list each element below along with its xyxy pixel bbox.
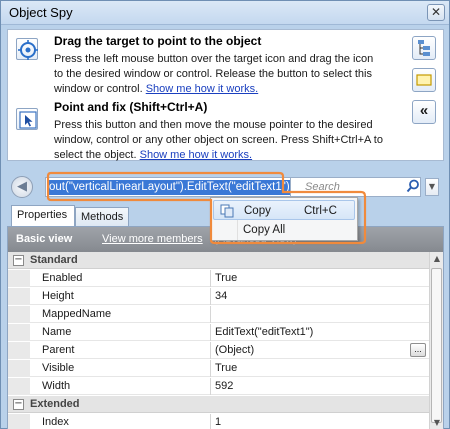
instructions-panel: Drag the target to point to the object P… [7,29,444,161]
property-name: Width [42,380,71,392]
row-gutter [8,414,30,429]
property-row-enabled[interactable]: Enabled True [8,270,430,287]
category-extended[interactable]: − Extended [8,396,430,413]
column-divider [210,324,211,341]
address-bar: ◀ out("verticalLinearLayout").EditText("… [7,175,444,199]
property-name: Visible [42,362,75,374]
property-name: Name [42,326,72,338]
menu-item-copy-all[interactable]: Copy All [213,220,355,240]
property-name: Height [42,290,74,302]
category-label: Standard [30,254,78,266]
row-gutter [8,270,30,287]
search-dropdown-button[interactable]: ▼ [425,178,439,196]
property-row-height[interactable]: Height 34 [8,288,430,305]
context-menu: Copy Ctrl+C Copy All [210,197,358,241]
property-row-visible[interactable]: Visible True [8,360,430,377]
scroll-down-icon[interactable]: ▼ [431,416,443,429]
scroll-thumb[interactable] [431,268,442,423]
row-gutter [8,342,30,359]
row-gutter [8,378,30,395]
category-label: Extended [30,398,80,410]
property-row-index[interactable]: Index 1 [8,414,430,429]
target-icon[interactable] [16,38,38,60]
property-name: Parent [42,344,75,356]
point-section-text: Press this button and then move the mous… [54,118,384,163]
object-spy-window: Object Spy ✕ Drag the target to point to… [0,0,450,429]
collapse-icon[interactable]: « [412,100,436,124]
browse-button[interactable]: ... [410,343,426,357]
pointer-icon[interactable] [16,108,38,130]
expander-icon[interactable]: − [13,255,24,266]
column-divider [210,306,211,323]
property-row-parent[interactable]: Parent (Object) ... [8,342,430,359]
copy-icon [220,204,234,218]
row-gutter [8,360,30,377]
property-grid: Basic view View more members (Advanced V… [7,226,444,429]
tab-methods[interactable]: Methods [75,207,129,227]
menu-item-copy[interactable]: Copy Ctrl+C [213,200,355,220]
column-divider [210,360,211,377]
window-title: Object Spy [9,5,73,20]
highlight-icon[interactable] [412,68,436,92]
tree-view-icon[interactable] [412,36,436,60]
scroll-up-icon[interactable]: ▲ [431,252,443,266]
column-divider [210,288,211,305]
point-show-me-link[interactable]: Show me how it works. [140,149,252,161]
column-divider [210,342,211,359]
property-value[interactable]: 1 [215,416,221,428]
property-value[interactable]: EditText("editText1") [215,326,313,338]
row-gutter [8,306,30,323]
close-button[interactable]: ✕ [427,4,445,21]
menu-item-label: Copy [244,205,271,217]
drag-section-title: Drag the target to point to the object [54,34,262,48]
property-name: Index [42,416,69,428]
property-row-mappedname[interactable]: MappedName [8,306,430,323]
property-value[interactable]: 592 [215,380,233,392]
property-name: Enabled [42,272,83,284]
point-section-title: Point and fix (Shift+Ctrl+A) [54,100,208,114]
basic-view-label: Basic view [16,233,73,245]
property-value[interactable]: True [215,272,237,284]
property-value[interactable]: (Object) [215,344,254,356]
column-divider [210,414,211,429]
property-row-name[interactable]: Name EditText("editText1") [8,324,430,341]
search-placeholder: Search [305,181,340,193]
property-value[interactable]: True [215,362,237,374]
category-standard[interactable]: − Standard [8,252,430,269]
search-input[interactable]: Search [291,177,421,197]
back-button[interactable]: ◀ [11,176,33,198]
tab-properties[interactable]: Properties [11,205,75,227]
expander-icon[interactable]: − [13,399,24,410]
object-name-field[interactable]: out("verticalLinearLayout").EditText("ed… [45,177,291,197]
view-more-members-link[interactable]: View more members [102,233,203,245]
drag-section-text: Press the left mouse button over the tar… [54,52,384,97]
vertical-scrollbar[interactable]: ▲ ▼ [429,252,443,429]
property-name: MappedName [42,308,112,320]
row-gutter [8,288,30,305]
row-gutter [8,324,30,341]
property-value[interactable]: 34 [215,290,227,302]
column-divider [210,378,211,395]
property-row-width[interactable]: Width 592 [8,378,430,395]
drag-show-me-link[interactable]: Show me how it works. [146,83,258,95]
selected-object-text[interactable]: out("verticalLinearLayout").EditText("ed… [47,180,290,195]
search-icon[interactable] [406,179,420,193]
menu-item-label: Copy All [243,224,286,236]
column-divider [210,270,211,287]
title-bar[interactable]: Object Spy ✕ [1,1,449,25]
menu-item-shortcut: Ctrl+C [304,205,337,217]
